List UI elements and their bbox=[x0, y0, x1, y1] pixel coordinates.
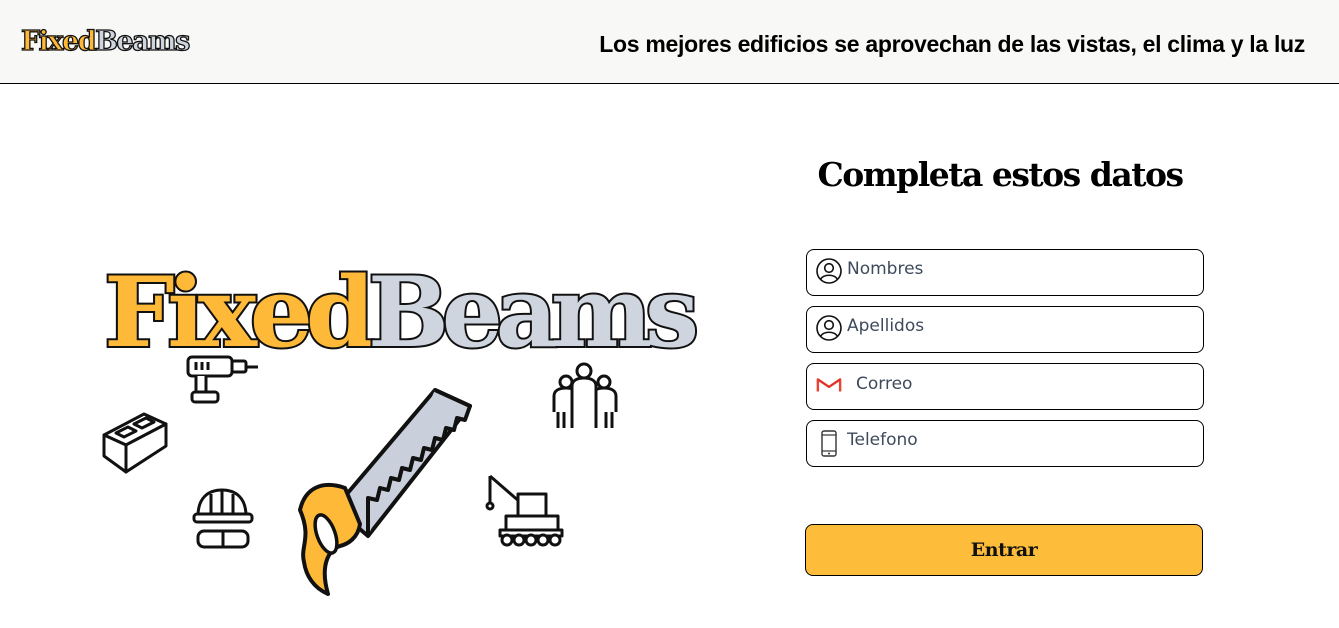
user-icon bbox=[816, 258, 842, 284]
apellidos-input[interactable] bbox=[847, 304, 1197, 348]
correo-input[interactable] bbox=[856, 362, 1206, 406]
header-tagline: Los mejores edificios se aprovechan de l… bbox=[599, 31, 1305, 57]
phone-icon bbox=[821, 430, 837, 457]
user-icon bbox=[816, 315, 842, 341]
entrar-button[interactable]: Entrar bbox=[805, 524, 1203, 576]
saw-icon bbox=[298, 388, 472, 596]
header-logo[interactable]: FixedBeams bbox=[20, 24, 191, 60]
hero-illustration: Fixed Beams bbox=[102, 254, 700, 596]
gmail-icon bbox=[816, 378, 842, 392]
telefono-field[interactable] bbox=[806, 418, 1204, 467]
crane-icon bbox=[485, 474, 564, 547]
team-icon bbox=[552, 362, 618, 428]
drill-icon bbox=[186, 355, 258, 404]
hero-logo-fixed: Fixed bbox=[104, 256, 373, 369]
telefono-input[interactable] bbox=[847, 418, 1197, 462]
logo-part-fixed: Fixed bbox=[20, 25, 97, 57]
apellidos-field[interactable] bbox=[806, 304, 1204, 353]
logo-part-beams: Beams bbox=[94, 25, 191, 57]
correo-field[interactable] bbox=[806, 362, 1206, 410]
nombres-field[interactable] bbox=[806, 247, 1204, 296]
form-title: Completa estos datos bbox=[817, 155, 1184, 194]
hard-hat-icon bbox=[192, 488, 254, 549]
top-header: FixedBeams Los mejores edificios se apro… bbox=[0, 0, 1339, 84]
nombres-input[interactable] bbox=[847, 247, 1197, 291]
concrete-block-icon bbox=[102, 412, 168, 474]
hero-logo-beams: Beams bbox=[368, 256, 696, 369]
